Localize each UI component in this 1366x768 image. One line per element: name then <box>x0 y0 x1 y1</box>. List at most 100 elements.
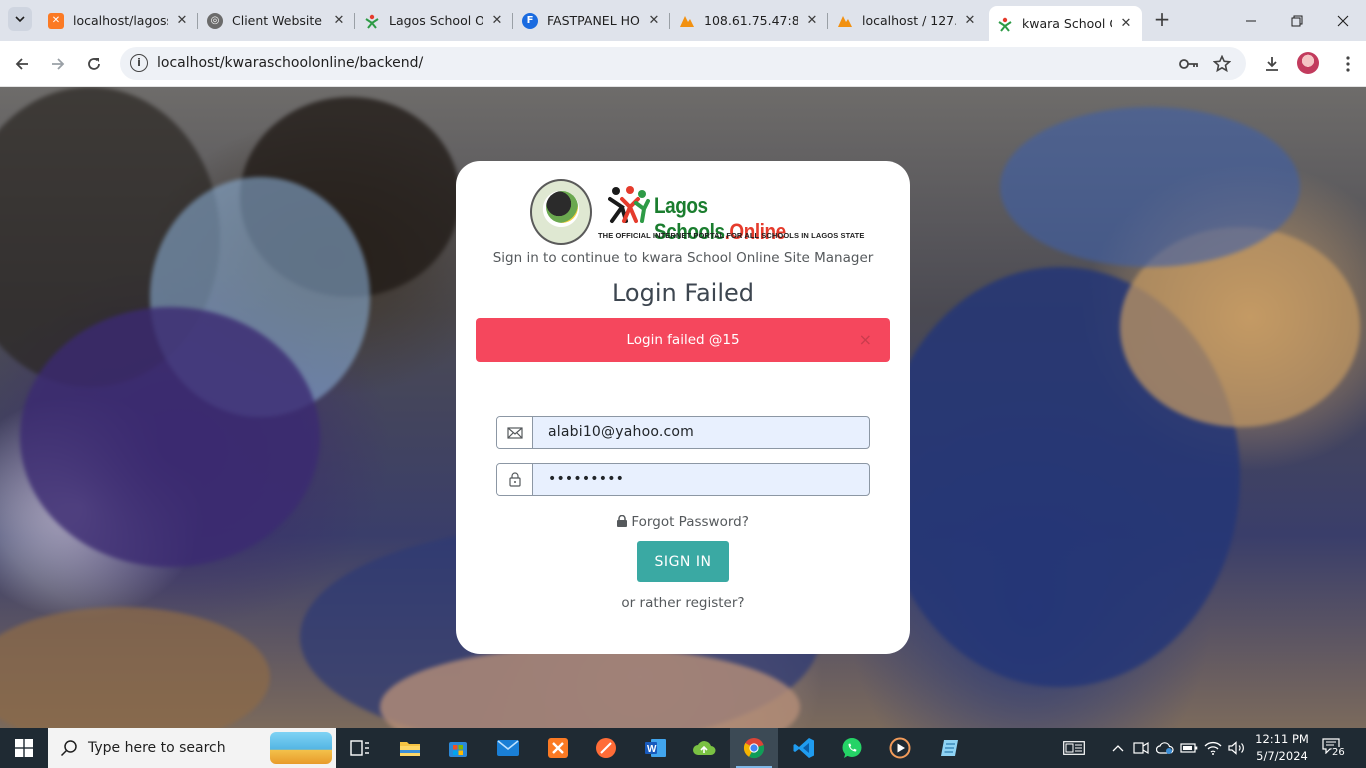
search-icon <box>60 740 77 757</box>
media-player-icon[interactable] <box>876 728 924 768</box>
tab-search-button[interactable] <box>8 7 32 31</box>
login-card: Lagos Schools.Online THE OFFICIAL INTERN… <box>456 161 910 654</box>
windows-taskbar: Type here to search W 12:11 PM 5/7/2024 … <box>0 728 1366 768</box>
tab-title: FASTPANEL HOS <box>547 13 640 28</box>
meet-now-icon[interactable] <box>1129 728 1153 768</box>
file-explorer-icon[interactable] <box>386 728 434 768</box>
close-tab-icon[interactable]: ✕ <box>962 13 978 29</box>
tab-title: Lagos School O <box>389 13 483 28</box>
tab-5[interactable]: 108.61.75.47:888 ✕ <box>671 6 828 35</box>
cloud-app-icon[interactable] <box>680 728 728 768</box>
close-tab-icon[interactable]: ✕ <box>646 13 662 29</box>
tab-7-active[interactable]: kwara School Or ✕ <box>989 6 1142 41</box>
tab-3[interactable]: Lagos School O ✕ <box>356 6 513 35</box>
tab-title: localhost/lagoss <box>73 13 168 28</box>
brand-logo: Lagos Schools.Online THE OFFICIAL INTERN… <box>530 179 864 247</box>
site-info-icon[interactable]: i <box>130 54 148 72</box>
close-window-button[interactable] <box>1320 0 1366 41</box>
login-heading: Login Failed <box>611 279 755 307</box>
clock-time: 12:11 PM <box>1255 732 1309 746</box>
phpmyadmin-icon <box>837 13 853 29</box>
task-view-icon[interactable] <box>336 728 384 768</box>
microsoft-store-icon[interactable] <box>434 728 482 768</box>
close-tab-icon[interactable]: ✕ <box>804 13 820 29</box>
tab-title: 108.61.75.47:888 <box>704 13 798 28</box>
more-vertical-icon <box>1346 56 1350 72</box>
word-icon[interactable]: W <box>632 728 680 768</box>
tab-1[interactable]: ✕ localhost/lagoss ✕ <box>40 6 198 35</box>
arrow-right-icon <box>52 58 65 70</box>
forgot-password-label[interactable]: Forgot Password? <box>631 514 749 530</box>
url-text[interactable]: localhost/kwaraschoolonline/backend/ <box>157 55 423 71</box>
browser-tabstrip: ✕ localhost/lagoss ✕ ◎ Client Website P … <box>0 0 1366 41</box>
tab-4[interactable]: F FASTPANEL HOS ✕ <box>514 6 670 35</box>
restore-window-button[interactable] <box>1274 0 1320 41</box>
notepad-icon[interactable] <box>926 728 974 768</box>
mail-icon[interactable] <box>484 728 532 768</box>
whatsapp-icon[interactable] <box>828 728 876 768</box>
clock-date: 5/7/2024 <box>1256 749 1308 763</box>
chrome-icon[interactable] <box>730 728 778 768</box>
xampp-icon[interactable] <box>534 728 582 768</box>
address-bar[interactable]: i localhost/kwaraschoolonline/backend/ <box>120 47 1246 80</box>
lagos-schools-figure-icon <box>608 186 650 223</box>
close-tab-icon[interactable]: ✕ <box>174 13 190 29</box>
register-link[interactable]: or rather register? <box>456 595 910 611</box>
minimize-window-button[interactable] <box>1228 0 1274 41</box>
tab-6[interactable]: localhost / 127.0 ✕ <box>829 6 986 35</box>
new-tab-button[interactable]: + <box>1152 9 1172 30</box>
close-icon <box>1337 15 1349 26</box>
profile-avatar[interactable] <box>1297 52 1319 74</box>
show-hidden-icons-chevron-icon[interactable] <box>1106 728 1130 768</box>
tab-title: kwara School Or <box>1022 16 1112 31</box>
reload-icon <box>88 58 100 70</box>
chevron-down-icon <box>15 16 25 23</box>
forgot-password-link[interactable]: Forgot Password? <box>456 514 910 530</box>
onedrive-sync-icon[interactable] <box>1153 728 1177 768</box>
login-page-background: Lagos Schools.Online THE OFFICIAL INTERN… <box>0 87 1366 728</box>
password-key-icon[interactable] <box>1178 53 1200 75</box>
background-photo-shape <box>20 307 320 567</box>
lock-icon <box>497 464 533 495</box>
volume-icon[interactable] <box>1225 728 1249 768</box>
battery-icon[interactable] <box>1177 728 1201 768</box>
taskbar-search[interactable]: Type here to search <box>48 728 336 768</box>
sign-in-button[interactable]: SIGN IN <box>637 541 729 582</box>
forward-button[interactable] <box>44 50 72 78</box>
notification-center-button[interactable]: 26 <box>1322 736 1348 760</box>
login-error-alert: Login failed @15 × <box>476 318 890 362</box>
browser-menu-button[interactable] <box>1334 50 1362 78</box>
start-button[interactable] <box>0 728 48 768</box>
close-tab-icon[interactable]: ✕ <box>489 13 505 29</box>
input-indicator-icon[interactable] <box>1060 728 1088 768</box>
password-input-value[interactable]: ••••••••• <box>548 471 624 487</box>
vscode-icon[interactable] <box>780 728 828 768</box>
tab-title: Client Website P <box>232 13 325 28</box>
search-placeholder[interactable]: Type here to search <box>88 740 226 756</box>
notification-count-badge: 26 <box>1331 747 1346 758</box>
downloads-button[interactable] <box>1258 50 1286 78</box>
arrow-left-icon <box>15 58 28 70</box>
wifi-icon[interactable] <box>1201 728 1225 768</box>
brand-tagline: THE OFFICIAL INTERNET PORTAL FOR ALL SCH… <box>598 231 865 240</box>
phpmyadmin-icon <box>679 13 695 29</box>
lagos-schools-icon <box>997 16 1013 32</box>
browser-toolbar: i localhost/kwaraschoolonline/backend/ <box>0 41 1366 87</box>
lock-icon <box>617 514 628 527</box>
back-button[interactable] <box>8 50 36 78</box>
search-highlight-image <box>270 732 332 764</box>
alert-close-button[interactable]: × <box>859 330 872 349</box>
email-input-value[interactable]: alabi10@yahoo.com <box>548 424 694 440</box>
reload-button[interactable] <box>80 50 108 78</box>
openai-icon: ◎ <box>207 12 223 29</box>
system-clock[interactable]: 12:11 PM 5/7/2024 <box>1252 731 1312 765</box>
close-tab-icon[interactable]: ✕ <box>331 13 347 29</box>
password-field[interactable]: ••••••••• <box>496 463 870 496</box>
bookmark-star-icon[interactable] <box>1211 53 1233 75</box>
xampp-icon: ✕ <box>48 12 64 29</box>
email-field[interactable]: alabi10@yahoo.com <box>496 416 870 449</box>
restore-icon <box>1291 15 1303 26</box>
close-tab-icon[interactable]: ✕ <box>1118 16 1134 32</box>
tab-2[interactable]: ◎ Client Website P ✕ <box>199 6 355 35</box>
postman-icon[interactable] <box>582 728 630 768</box>
